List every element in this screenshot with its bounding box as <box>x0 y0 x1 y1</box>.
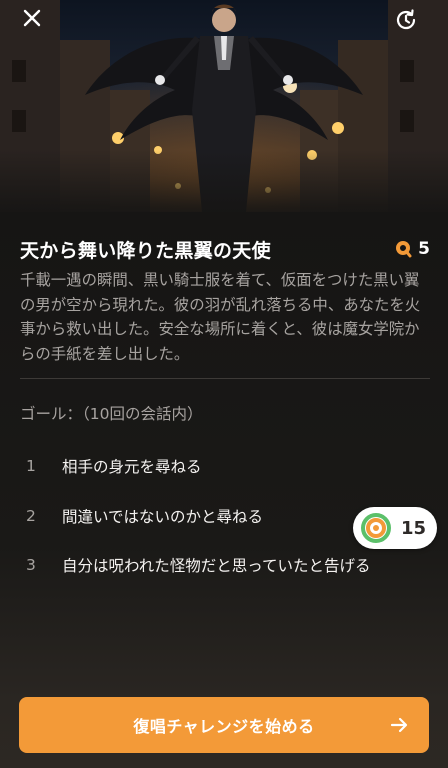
divider <box>20 378 430 379</box>
goal-label: ゴール：（10回の会話内） <box>20 405 203 423</box>
start-challenge-button[interactable]: 復唱チャレンジを始める <box>19 697 429 753</box>
goal-number: 2 <box>26 507 36 525</box>
goal-number: 3 <box>26 556 36 574</box>
floating-progress-badge[interactable]: 15 <box>353 507 437 549</box>
arrow-right-icon <box>390 717 408 733</box>
start-challenge-label: 復唱チャレンジを始める <box>133 717 315 736</box>
history-icon <box>396 9 416 30</box>
goal-text: 間違いではないのかと尋ねる <box>62 508 264 526</box>
badge-value: 15 <box>401 517 427 539</box>
coin-count: 5 <box>394 239 430 259</box>
story-description: 千載一遇の瞬間、黒い騎士服を着て、仮面をつけた黒い翼の男が空から現れた。彼の羽が… <box>20 271 421 363</box>
title-row: 天から舞い降りた黒翼の天使 5 <box>20 234 430 264</box>
goal-item: 1 相手の身元を尋ねる <box>26 454 426 478</box>
goal-text: 自分は呪われた怪物だと思っていたと告げる <box>62 557 371 575</box>
goal-number: 1 <box>26 457 36 475</box>
close-button[interactable] <box>22 8 54 40</box>
target-ring-icon <box>361 513 391 543</box>
story-panel: 天から舞い降りた黒翼の天使 5 千載一遇の瞬間、黒い騎士服を着て、仮面をつけた黒… <box>0 212 448 768</box>
goal-item: 3 自分は呪われた怪物だと思っていたと告げる <box>26 553 426 577</box>
coin-icon <box>396 241 412 258</box>
story-title: 天から舞い降りた黒翼の天使 <box>20 239 271 262</box>
goal-text: 相手の身元を尋ねる <box>62 458 202 476</box>
coin-value: 5 <box>418 239 430 259</box>
history-button[interactable] <box>394 8 426 40</box>
close-icon <box>23 9 41 27</box>
hero-image <box>0 0 448 212</box>
hero-fade <box>0 150 448 212</box>
